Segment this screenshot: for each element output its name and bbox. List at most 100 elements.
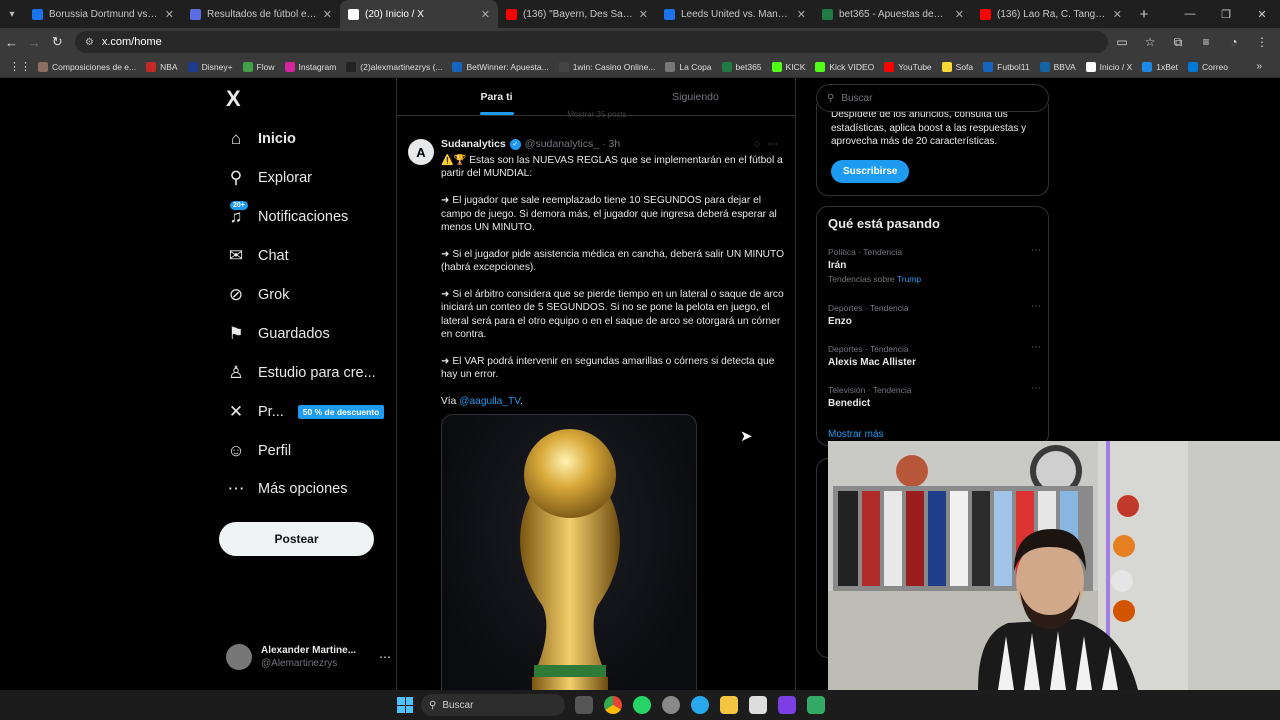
sidebar-item-guardados[interactable]: ⚑ Guardados <box>226 319 329 349</box>
sidebar-item-inicio[interactable]: ⌂ Inicio <box>226 124 296 154</box>
trend-item[interactable]: Política · Tendencia Irán Tendencias sobre… <box>828 245 1043 284</box>
browser-tab[interactable]: (136) "Bayern, Des Samma Mia" ✕ <box>498 0 656 28</box>
tab-search-icon[interactable]: ▾ <box>0 0 24 28</box>
bookmark-item[interactable]: Correo <box>1188 61 1228 72</box>
post-button[interactable]: Postear <box>219 522 374 556</box>
back-icon[interactable]: ← <box>0 35 23 50</box>
tweet-handle[interactable]: @sudanalytics_ <box>525 138 599 150</box>
subscribe-button[interactable]: Suscribirse <box>831 160 910 183</box>
sidebar-item-perfil[interactable]: ☺ Perfil <box>226 436 291 466</box>
bookmark-item[interactable]: Flow <box>242 61 275 72</box>
sidebar-item-pr[interactable]: ✕ Pr... 50 % de descuento <box>226 397 385 427</box>
trend-name: Benedict <box>828 398 871 409</box>
close-tab-icon[interactable]: ✕ <box>955 8 964 21</box>
bookmark-item[interactable]: Inicio / X <box>1085 61 1132 72</box>
windows-start-icon[interactable] <box>397 697 413 713</box>
trend-context-link[interactable]: Trump <box>897 274 921 284</box>
bookmark-item[interactable]: 1win: Casino Online... <box>558 61 655 72</box>
grok-explain-icon[interactable]: ◌ <box>754 139 768 150</box>
browser-tab[interactable]: (136) Lao Ra, C. Tangana - ✕ <box>972 0 1130 28</box>
menu-icon[interactable]: ⋮ <box>1248 35 1276 50</box>
more-bookmarks-icon[interactable]: » <box>1256 61 1262 72</box>
telegram-icon[interactable] <box>691 696 709 714</box>
account-switcher[interactable]: Alexander Martine... @Alemartinezrys ⋯ <box>226 644 391 670</box>
trend-more-icon[interactable]: ⋯ <box>1031 301 1041 312</box>
app-icon[interactable] <box>749 696 767 714</box>
sidebar-item-notificaciones[interactable]: ♫ 20+ Notificaciones <box>226 201 348 232</box>
minimize-icon[interactable]: — <box>1172 8 1208 20</box>
account-more-icon[interactable]: ⋯ <box>379 650 391 664</box>
calculator-icon[interactable] <box>807 696 825 714</box>
sidebar-item-más-opciones[interactable]: ⋯ Más opciones <box>226 474 348 504</box>
premium-text: Despídete de los anuncios, consulta tus … <box>831 109 1027 147</box>
close-tab-icon[interactable]: ✕ <box>165 8 174 21</box>
bookmark-item[interactable]: bet365 <box>721 61 762 72</box>
bookmark-item[interactable]: Futbol11 <box>983 61 1030 72</box>
bookmark-item[interactable]: KICK <box>771 61 805 72</box>
new-tab-button[interactable]: + <box>1130 6 1158 23</box>
cast-icon[interactable]: ▭ <box>1108 35 1136 50</box>
tweet-avatar[interactable]: A <box>408 139 434 165</box>
bookmark-item[interactable]: BBVA <box>1039 61 1076 72</box>
maximize-icon[interactable]: ❐ <box>1208 8 1244 21</box>
browser-tab[interactable]: Leeds United vs. Manchester C ✕ <box>656 0 814 28</box>
close-tab-icon[interactable]: ✕ <box>639 8 648 21</box>
app-grid-icon[interactable] <box>778 696 796 714</box>
close-tab-icon[interactable]: ✕ <box>323 8 332 21</box>
trend-item[interactable]: Televisión · Tendencia Benedict ⋯ <box>828 383 1043 409</box>
bookmark-item[interactable]: La Copa <box>665 61 712 72</box>
trend-more-icon[interactable]: ⋯ <box>1031 342 1041 353</box>
bookmark-item[interactable]: (2)alexmartinezrys (... <box>346 61 442 72</box>
taskview-icon[interactable] <box>575 696 593 714</box>
bookmark-item[interactable]: 1xBet <box>1142 61 1178 72</box>
forward-icon[interactable]: → <box>23 35 46 50</box>
mention-link[interactable]: @aagulla_TV <box>459 396 520 407</box>
tweet-author-name[interactable]: Sudanalytics <box>441 138 506 150</box>
browser-tab[interactable]: bet365 - Apuestas deportivas e ✕ <box>814 0 972 28</box>
site-info-icon[interactable]: ⚙ <box>85 37 94 48</box>
trend-item[interactable]: Deportes · Tendencia Enzo ⋯ <box>828 301 1043 327</box>
profile-icon[interactable]: ◔ <box>1220 35 1248 50</box>
bookmark-item[interactable]: Composiciones de e... <box>38 61 136 72</box>
media-icon[interactable]: ≡ <box>1192 35 1220 50</box>
tweet-more-icon[interactable]: ⋯ <box>768 139 786 150</box>
browser-tab[interactable]: Borussia Dortmund vs. Bayern M ✕ <box>24 0 182 28</box>
close-tab-icon[interactable]: ✕ <box>1113 8 1122 21</box>
reload-icon[interactable]: ↻ <box>46 34 69 50</box>
show-more-link[interactable]: Mostrar más <box>828 429 884 440</box>
file-explorer-icon[interactable] <box>720 696 738 714</box>
sidebar-item-explorar[interactable]: ⚲ Explorar <box>226 163 312 193</box>
bookmark-item[interactable]: Sofa <box>941 61 973 72</box>
search-input[interactable]: ⚲ Buscar <box>816 84 1049 112</box>
premium-discount-badge[interactable]: 50 % de descuento <box>297 405 385 419</box>
close-tab-icon[interactable]: ✕ <box>797 8 806 21</box>
bookmark-item[interactable]: Disney+ <box>187 61 233 72</box>
bookmark-item[interactable]: Instagram <box>284 61 336 72</box>
bookmark-item[interactable]: YouTube <box>884 61 932 72</box>
taskbar-search[interactable]: ⚲ Buscar <box>421 694 565 716</box>
browser-tab[interactable]: (20) Inicio / X ✕ <box>340 0 498 28</box>
close-tab-icon[interactable]: ✕ <box>481 8 490 21</box>
sidebar-item-chat[interactable]: ✉ Chat <box>226 241 289 271</box>
bookmark-star-icon[interactable]: ☆ <box>1136 35 1164 50</box>
apps-icon[interactable]: ⋮⋮ <box>8 60 32 73</box>
app-icon[interactable] <box>662 696 680 714</box>
address-bar[interactable]: ⚙ x.com/home <box>74 31 1109 53</box>
trend-item[interactable]: Deportes · Tendencia Alexis Mac Allister ⋯ <box>828 342 1043 368</box>
tweet[interactable]: A Sudanalytics ✓ @sudanalytics_ · 3h ◌⋯ … <box>397 133 795 690</box>
bookmark-item[interactable]: Kick VIDEO <box>815 61 874 72</box>
whatsapp-icon[interactable] <box>633 696 651 714</box>
tweet-image-world-cup-trophy[interactable] <box>441 414 697 690</box>
bookmark-item[interactable]: BetWinner: Apuesta... <box>452 61 549 72</box>
x-logo[interactable]: X <box>226 86 241 112</box>
sidebar-item-grok[interactable]: ⊘ Grok <box>226 280 290 310</box>
close-window-icon[interactable]: ✕ <box>1244 8 1280 21</box>
sidebar-item-estudio-para-cre[interactable]: ♙ Estudio para cre... <box>226 358 375 388</box>
show-new-posts[interactable]: Mostrar 35 posts <box>397 110 795 119</box>
extensions-icon[interactable]: ⧉ <box>1164 35 1192 50</box>
trend-more-icon[interactable]: ⋯ <box>1031 383 1041 394</box>
trend-more-icon[interactable]: ⋯ <box>1031 245 1041 256</box>
chrome-icon[interactable] <box>604 696 622 714</box>
bookmark-item[interactable]: NBA <box>146 61 178 72</box>
browser-tab[interactable]: Resultados de fútbol en directo ✕ <box>182 0 340 28</box>
